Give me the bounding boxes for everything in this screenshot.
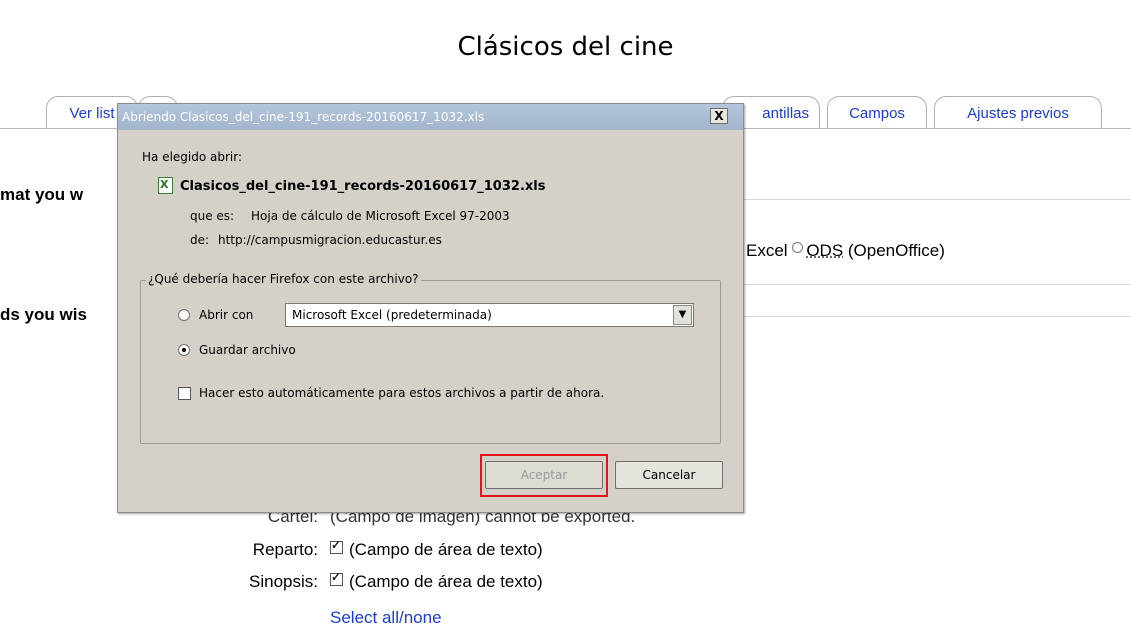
format-ods-radio[interactable] bbox=[792, 242, 804, 253]
excel-file-icon bbox=[158, 177, 173, 194]
page-title: Clásicos del cine bbox=[457, 32, 674, 62]
tab-campos[interactable]: Campos bbox=[827, 96, 927, 128]
save-file-label[interactable]: Guardar archivo bbox=[199, 343, 296, 357]
download-dialog: Abriendo Clasicos_del_cine-191_records-2… bbox=[117, 103, 744, 513]
section-divider bbox=[740, 316, 1131, 317]
format-heading: mat you w bbox=[0, 185, 84, 204]
open-with-label[interactable]: Abrir con bbox=[199, 308, 253, 322]
file-type-label: que es: bbox=[190, 209, 235, 223]
format-ods-label[interactable]: ODS bbox=[806, 241, 843, 260]
format-ods-suffix: (OpenOffice) bbox=[847, 241, 945, 260]
format-options: Excel ODS (OpenOffice) bbox=[746, 241, 945, 261]
open-with-selected-value: Microsoft Excel (predeterminada) bbox=[292, 308, 492, 322]
fields-heading: ds you wis bbox=[0, 305, 87, 324]
dialog-title: Abriendo Clasicos_del_cine-191_records-2… bbox=[122, 110, 485, 124]
action-group-legend: ¿Qué debería hacer Firefox con este arch… bbox=[146, 272, 421, 286]
field-value: (Campo de área de texto) bbox=[349, 572, 543, 591]
sinopsis-checkbox[interactable] bbox=[330, 570, 343, 586]
tab-ajustes-previos[interactable]: Ajustes previos bbox=[934, 96, 1102, 128]
file-type-value: Hoja de cálculo de Microsoft Excel 97-20… bbox=[251, 209, 510, 223]
reparto-checkbox[interactable] bbox=[330, 538, 343, 554]
field-label: Reparto: bbox=[252, 540, 318, 559]
dialog-intro: Ha elegido abrir: bbox=[142, 150, 243, 164]
dropdown-arrow-icon[interactable]: ▼ bbox=[673, 305, 692, 325]
field-value: (Campo de área de texto) bbox=[349, 540, 543, 559]
section-divider bbox=[740, 284, 1131, 285]
field-label: Sinopsis: bbox=[249, 572, 318, 591]
cancel-button[interactable]: Cancelar bbox=[615, 461, 723, 489]
accept-button-highlight bbox=[480, 454, 608, 497]
select-all-link[interactable]: Select all/none bbox=[330, 608, 442, 628]
save-file-radio[interactable] bbox=[178, 344, 190, 356]
file-name: Clasicos_del_cine-191_records-20160617_1… bbox=[180, 179, 546, 194]
open-with-select[interactable]: Microsoft Excel (predeterminada) ▼ bbox=[285, 303, 694, 327]
auto-action-checkbox[interactable] bbox=[178, 387, 191, 400]
format-excel-label[interactable]: Excel bbox=[746, 241, 788, 260]
file-source-value: http://campusmigracion.educastur.es bbox=[218, 233, 442, 247]
close-button[interactable]: X bbox=[710, 108, 728, 124]
field-row-sinopsis: (Campo de área de texto) bbox=[330, 570, 543, 592]
field-row-reparto: (Campo de área de texto) bbox=[330, 538, 543, 560]
open-with-radio[interactable] bbox=[178, 309, 190, 321]
dialog-titlebar[interactable]: Abriendo Clasicos_del_cine-191_records-2… bbox=[118, 104, 743, 130]
auto-action-label[interactable]: Hacer esto automáticamente para estos ar… bbox=[199, 386, 604, 400]
section-divider bbox=[740, 199, 1131, 200]
file-source-label: de: bbox=[190, 233, 210, 247]
